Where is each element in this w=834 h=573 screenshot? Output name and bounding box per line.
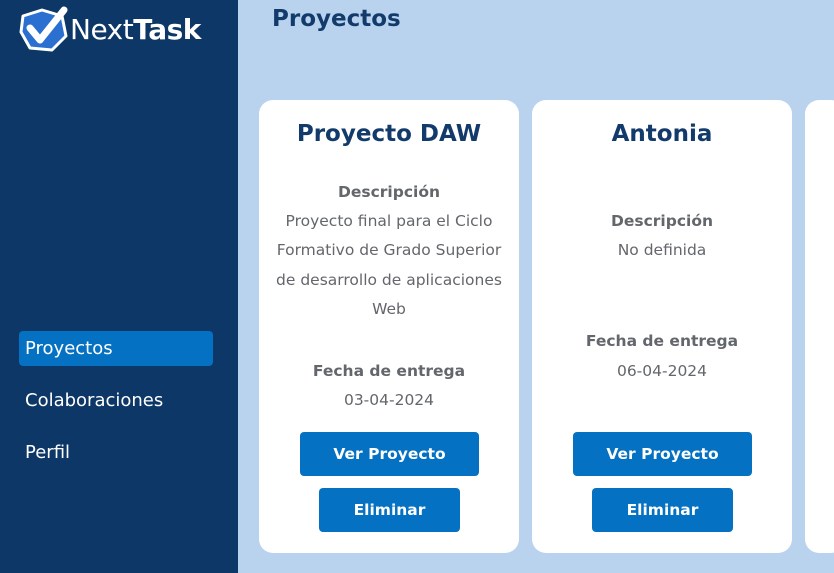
project-card: Proyecto DAW Descripción Proyecto final … (259, 100, 519, 553)
description-line: Proyecto final para el Ciclo (285, 212, 493, 230)
description-line: de desarrollo de aplicaciones (276, 271, 502, 289)
sidebar-item-perfil[interactable]: Perfil (19, 435, 213, 470)
project-name: Antonia (611, 121, 713, 147)
due-date-value: 06-04-2024 (616, 362, 708, 380)
page-title: Proyectos (272, 6, 401, 32)
sidebar: NextTask Proyectos Colaboraciones Perfil (0, 0, 238, 573)
description-label: Descripción (610, 212, 714, 230)
project-card (805, 100, 834, 553)
header-bar: Proyectos (247, 0, 834, 59)
description-label: Descripción (337, 183, 441, 201)
view-project-button[interactable]: Ver Proyecto (300, 432, 479, 476)
brand-name: NextTask (70, 16, 201, 44)
sidebar-nav: Proyectos Colaboraciones Perfil (19, 331, 213, 487)
project-name: Proyecto DAW (296, 121, 482, 147)
due-date-label: Fecha de entrega (585, 332, 739, 350)
due-date-value: 03-04-2024 (343, 391, 435, 409)
delete-project-button[interactable]: Eliminar (592, 488, 733, 532)
due-date-label: Fecha de entrega (312, 362, 466, 380)
delete-project-button[interactable]: Eliminar (319, 488, 460, 532)
brand-name-bold: Task (133, 13, 201, 46)
description-line: No definida (617, 241, 707, 259)
checkmark-logo-icon (19, 6, 68, 52)
view-project-button[interactable]: Ver Proyecto (573, 432, 752, 476)
brand-logo[interactable]: NextTask (18, 6, 201, 54)
brand-name-light: Next (70, 13, 134, 46)
description-line: Web (372, 300, 406, 318)
sidebar-item-colaboraciones[interactable]: Colaboraciones (19, 383, 213, 418)
sidebar-item-proyectos[interactable]: Proyectos (19, 331, 213, 366)
project-card: Antonia Descripción No definida Fecha de… (532, 100, 792, 553)
description-line: Formativo de Grado Superior (276, 241, 502, 259)
